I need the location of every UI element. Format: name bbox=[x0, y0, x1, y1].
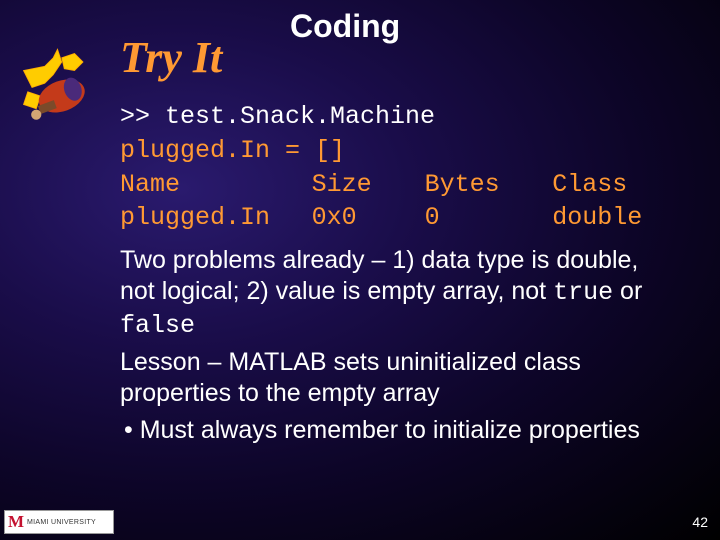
output-value-row: plugged.In 0x0 0 double bbox=[120, 201, 680, 235]
code-block: >> test.Snack.Machine plugged.In = [] Na… bbox=[120, 100, 680, 235]
paragraph-lesson: Lesson – MATLAB sets uninitialized class… bbox=[120, 347, 680, 410]
subtitle-tryit: Try It bbox=[120, 32, 222, 83]
command-text: test.Snack.Machine bbox=[165, 102, 435, 131]
code-line-command: >> test.Snack.Machine bbox=[120, 100, 680, 134]
megaphone-icon bbox=[15, 45, 100, 130]
content-area: >> test.Snack.Machine plugged.In = [] Na… bbox=[120, 100, 680, 447]
para1-true: true bbox=[553, 278, 613, 307]
page-title: Coding bbox=[290, 8, 400, 45]
hdr-name: Name bbox=[120, 168, 312, 202]
output-header-row: Name Size Bytes Class bbox=[120, 168, 680, 202]
hdr-class: Class bbox=[552, 168, 680, 202]
paragraph-problems: Two problems already – 1) data type is d… bbox=[120, 245, 680, 341]
bullet-initialize: • Must always remember to initialize pro… bbox=[120, 415, 680, 446]
code-line-assign: plugged.In = [] bbox=[120, 134, 680, 168]
val-class: double bbox=[552, 201, 680, 235]
para1-or: or bbox=[613, 277, 642, 305]
val-name: plugged.In bbox=[120, 201, 312, 235]
val-size: 0x0 bbox=[312, 201, 425, 235]
para1-false: false bbox=[120, 311, 195, 340]
hdr-size: Size bbox=[312, 168, 425, 202]
page-number: 42 bbox=[692, 514, 708, 530]
prompt: >> bbox=[120, 102, 165, 131]
logo-letter: M bbox=[8, 512, 24, 532]
logo-text: MIAMI UNIVERSITY bbox=[27, 519, 96, 526]
hdr-bytes: Bytes bbox=[425, 168, 553, 202]
val-bytes: 0 bbox=[425, 201, 553, 235]
university-logo: M MIAMI UNIVERSITY bbox=[4, 510, 114, 534]
